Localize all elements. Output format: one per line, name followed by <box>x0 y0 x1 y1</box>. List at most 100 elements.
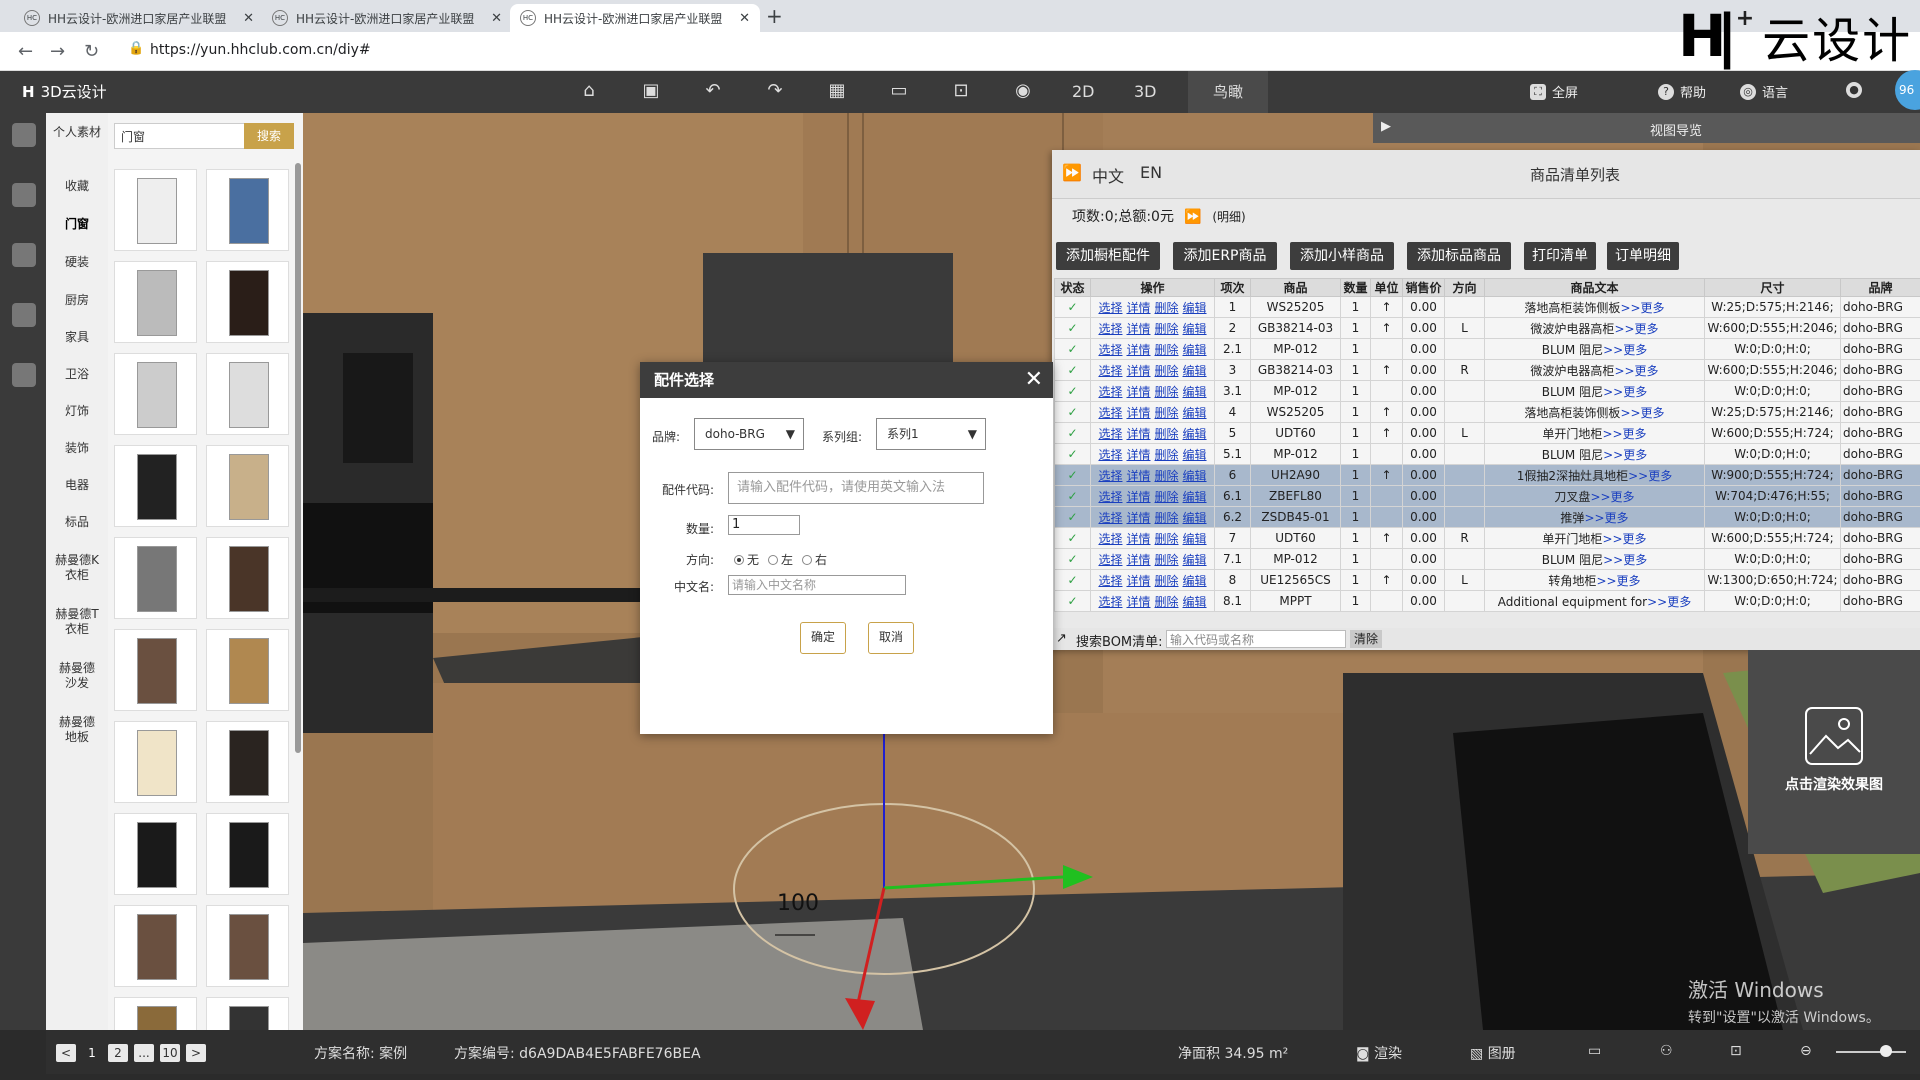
close-tab-icon[interactable]: ✕ <box>243 11 254 26</box>
more-link[interactable]: >>更多 <box>1620 301 1664 315</box>
service-icon[interactable] <box>12 363 36 387</box>
category-item[interactable]: 赫曼德沙发 <box>55 661 99 691</box>
asset-thumbnail[interactable] <box>114 629 197 711</box>
edit-link[interactable]: 编辑 <box>1183 448 1207 462</box>
select-link[interactable]: 选择 <box>1098 385 1122 399</box>
code-input[interactable]: 请输入配件代码，请使用英文输入法 <box>728 472 984 504</box>
back-icon[interactable]: ← <box>18 41 33 62</box>
edit-link[interactable]: 编辑 <box>1183 532 1207 546</box>
collapse-icon[interactable]: ⏩ <box>1062 163 1082 182</box>
edit-link[interactable]: 编辑 <box>1183 406 1207 420</box>
fit-view-icon[interactable]: ⊡ <box>1730 1043 1742 1059</box>
browser-tab-active[interactable]: HC HH云设计-欧洲进口家居产业联盟 ✕ <box>510 4 760 32</box>
series-select[interactable]: 系列1 ▼ <box>876 418 986 450</box>
reload-icon[interactable]: ↻ <box>84 41 99 62</box>
asset-thumbnail[interactable] <box>206 537 289 619</box>
table-row[interactable]: ✓ 选择 详情 删除 编辑 4 WS25205 1 ↑ 0.00 落地高柜装饰侧板>>更多 W:25;… <box>1054 401 1920 423</box>
more-link[interactable]: >>更多 <box>1603 385 1647 399</box>
edit-link[interactable]: 编辑 <box>1183 490 1207 504</box>
edit-link[interactable]: 编辑 <box>1183 574 1207 588</box>
detail-link[interactable]: 详情 <box>1126 469 1150 483</box>
edit-link[interactable]: 编辑 <box>1183 511 1207 525</box>
fullscreen-button[interactable]: ⛶ 全屏 <box>1530 82 1578 101</box>
table-row[interactable]: ✓ 选择 详情 删除 编辑 7 UDT60 1 ↑ 0.00 R 单开门地柜>>更多 W:600;D:5… <box>1054 527 1920 549</box>
asset-scrollbar[interactable] <box>295 163 301 753</box>
save-icon[interactable]: ▣ <box>639 80 663 102</box>
edit-link[interactable]: 编辑 <box>1183 553 1207 567</box>
asset-thumbnail[interactable] <box>114 261 197 343</box>
help-button[interactable]: ? 帮助 <box>1658 82 1706 101</box>
delete-link[interactable]: 删除 <box>1155 448 1179 462</box>
cancel-button[interactable]: 取消 <box>868 622 914 654</box>
more-link[interactable]: >>更多 <box>1596 574 1640 588</box>
edit-link[interactable]: 编辑 <box>1183 427 1207 441</box>
select-link[interactable]: 选择 <box>1098 595 1122 609</box>
category-item[interactable]: 卫浴 <box>46 367 108 382</box>
more-link[interactable]: >>更多 <box>1614 364 1658 378</box>
category-item[interactable]: 灯饰 <box>46 404 108 419</box>
more-link[interactable]: >>更多 <box>1603 448 1647 462</box>
page-button[interactable]: ... <box>134 1044 154 1062</box>
more-link[interactable]: >>更多 <box>1602 532 1646 546</box>
select-link[interactable]: 选择 <box>1098 322 1122 336</box>
forward-icon[interactable]: → <box>50 41 65 62</box>
category-item[interactable]: 电器 <box>46 478 108 493</box>
order-detail-button[interactable]: 订单明细 <box>1607 242 1679 270</box>
box-icon[interactable]: ▭ <box>887 80 911 102</box>
detail-link[interactable]: 详情 <box>1126 553 1150 567</box>
edit-link[interactable]: 编辑 <box>1183 301 1207 315</box>
select-link[interactable]: 选择 <box>1098 364 1122 378</box>
bulb-icon[interactable] <box>12 303 36 327</box>
edit-link[interactable]: 编辑 <box>1183 364 1207 378</box>
bom-clear-button[interactable]: 清除 <box>1350 630 1382 648</box>
expand-icon[interactable]: ⏩ <box>1184 209 1201 225</box>
brand-select[interactable]: doho-BRG ▼ <box>694 418 804 450</box>
asset-thumbnail[interactable] <box>206 261 289 343</box>
delete-link[interactable]: 删除 <box>1155 322 1179 336</box>
asset-thumbnail[interactable] <box>206 813 289 895</box>
asset-thumbnail[interactable] <box>206 353 289 435</box>
category-item[interactable]: 个人素材 <box>46 125 108 140</box>
category-item-active[interactable]: 门窗 <box>46 217 108 232</box>
language-button[interactable]: ◎ 语言 <box>1740 82 1788 101</box>
delete-link[interactable]: 删除 <box>1155 574 1179 588</box>
table-row[interactable]: ✓ 选择 详情 删除 编辑 3.1 MP-012 1 0.00 BLUM 阻尼>>更多 W:0;D:… <box>1054 380 1920 402</box>
document-icon[interactable] <box>12 243 36 267</box>
asset-thumbnail[interactable] <box>114 169 197 251</box>
asset-thumbnail[interactable] <box>206 905 289 987</box>
add-erp-button[interactable]: 添加ERP商品 <box>1173 242 1277 270</box>
delete-link[interactable]: 删除 <box>1155 364 1179 378</box>
detail-link[interactable]: 详情 <box>1126 427 1150 441</box>
table-row[interactable]: ✓ 选择 详情 删除 编辑 2.1 MP-012 1 0.00 BLUM 阻尼>>更多 W:0;D:… <box>1054 338 1920 360</box>
more-link[interactable]: >>更多 <box>1603 553 1647 567</box>
redo-icon[interactable]: ↷ <box>763 80 787 102</box>
detail-link[interactable]: 详情 <box>1126 511 1150 525</box>
prev-page-icon[interactable]: < <box>56 1044 76 1062</box>
direction-right-radio[interactable]: 右 <box>802 551 827 568</box>
table-row[interactable]: ✓ 选择 详情 删除 编辑 6 UH2A90 1 ↑ 0.00 1假抽2深抽灶具地柜>>更多 W:90… <box>1054 464 1920 486</box>
asset-search-input[interactable]: 门窗 <box>114 123 252 149</box>
delete-link[interactable]: 删除 <box>1155 553 1179 567</box>
delete-link[interactable]: 删除 <box>1155 406 1179 420</box>
detail-link[interactable]: 详情 <box>1126 406 1150 420</box>
asset-thumbnail[interactable] <box>206 721 289 803</box>
edit-link[interactable]: 编辑 <box>1183 322 1207 336</box>
view-3d-button[interactable]: 3D <box>1134 82 1157 101</box>
delete-link[interactable]: 删除 <box>1155 301 1179 315</box>
category-item[interactable]: 装饰 <box>46 441 108 456</box>
render-preview-button[interactable]: 点击渲染效果图 <box>1748 650 1920 854</box>
layout-icon[interactable]: ▦ <box>825 80 849 102</box>
person-icon[interactable]: ⚇ <box>1660 1043 1673 1059</box>
category-item[interactable]: 赫曼德K衣柜 <box>55 553 99 583</box>
asset-thumbnail[interactable] <box>206 445 289 527</box>
category-item[interactable]: 厨房 <box>46 293 108 308</box>
select-link[interactable]: 选择 <box>1098 406 1122 420</box>
category-item[interactable]: 赫曼德T衣柜 <box>55 607 99 637</box>
detail-link[interactable]: 详情 <box>1126 595 1150 609</box>
new-tab-button[interactable]: + <box>766 4 783 28</box>
lang-en-button[interactable]: EN <box>1140 163 1162 182</box>
add-standard-button[interactable]: 添加标品商品 <box>1407 242 1511 270</box>
more-link[interactable]: >>更多 <box>1614 322 1658 336</box>
table-row[interactable]: ✓ 选择 详情 删除 编辑 8 UE12565CS 1 ↑ 0.00 L 转角地柜>>更多 W:1300… <box>1054 569 1920 591</box>
asset-thumbnail[interactable] <box>206 629 289 711</box>
